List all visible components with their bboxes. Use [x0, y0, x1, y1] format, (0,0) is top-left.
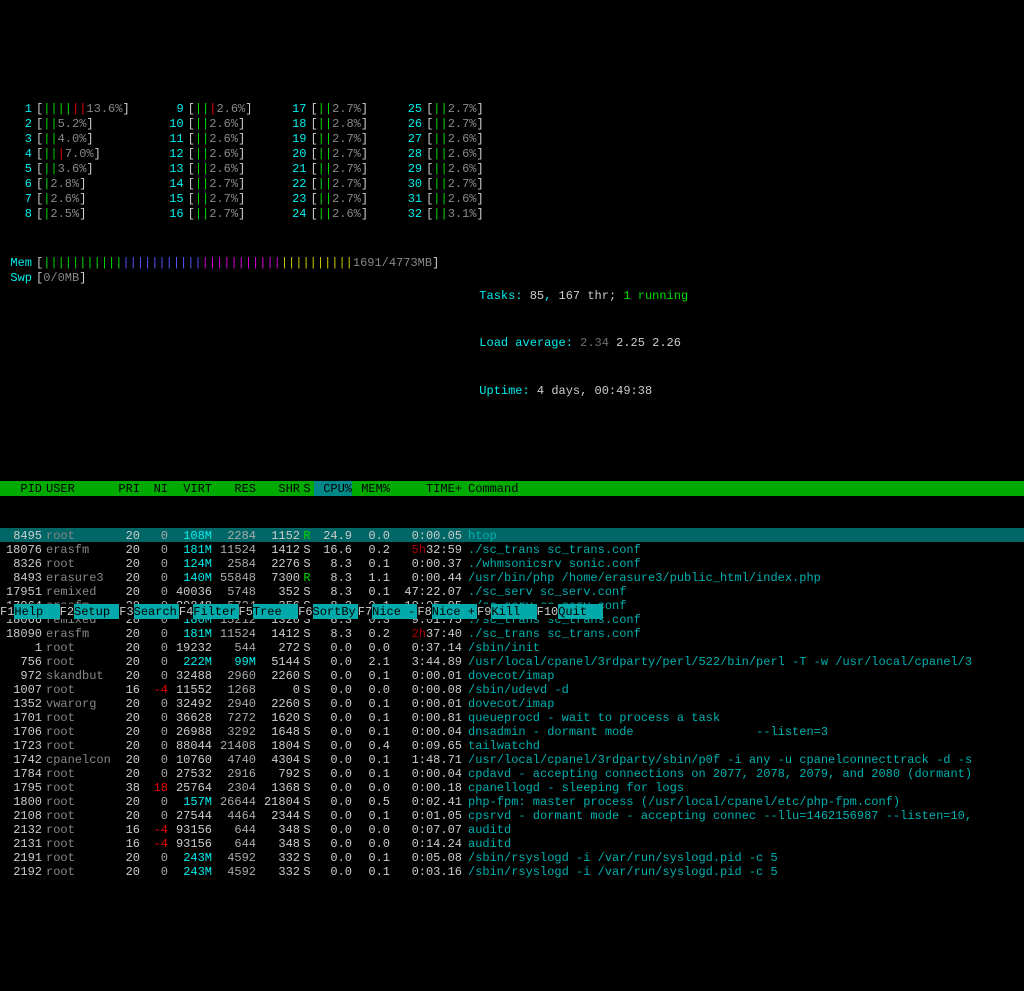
fkey-F7[interactable]: F7	[358, 604, 372, 619]
fkey-F4-label[interactable]: Filter	[193, 604, 238, 619]
meter-30: 30 [|| 2.7%]	[398, 176, 484, 191]
meter-1: 1 [|||||| 13.6%]	[8, 101, 130, 116]
process-row[interactable]: 1007 root 16 -4 11552 1268 0 S 0.0 0.0 0…	[0, 682, 1024, 696]
col-shr[interactable]: SHR	[256, 481, 300, 496]
process-row[interactable]: 1701 root 20 0 36628 7272 1620 S 0.0 0.1…	[0, 710, 1024, 724]
col-s[interactable]: S	[300, 481, 314, 496]
meter-8: 8 [| 2.5%]	[8, 206, 130, 221]
meter-29: 29 [|| 2.6%]	[398, 161, 484, 176]
fkey-F5-label[interactable]: Tree	[253, 604, 298, 619]
meters-section: 1 [|||||| 13.6%] 2 [|| 5.2%] 3 [|| 4.0%]…	[0, 65, 1024, 448]
meter-12: 12 [|| 2.6%]	[160, 146, 253, 161]
meter-21: 21 [|| 2.7%]	[282, 161, 368, 176]
process-row[interactable]: 8326 root 20 0 124M 2584 2276 S 8.3 0.1 …	[0, 556, 1024, 570]
fkey-F1-label[interactable]: Help	[14, 604, 59, 619]
meter-22: 22 [|| 2.7%]	[282, 176, 368, 191]
fkey-F3-label[interactable]: Search	[134, 604, 179, 619]
meter-10: 10 [|| 2.6%]	[160, 116, 253, 131]
process-row[interactable]: 1352 vwarorg 20 0 32492 2940 2260 S 0.0 …	[0, 696, 1024, 710]
fkey-F1[interactable]: F1	[0, 604, 14, 619]
fkey-F6-label[interactable]: SortBy	[313, 604, 358, 619]
process-row[interactable]: 2192 root 20 0 243M 4592 332 S 0.0 0.1 0…	[0, 864, 1024, 878]
meter-2: 2 [|| 5.2%]	[8, 116, 130, 131]
tasks-label: Tasks:	[479, 289, 522, 303]
system-info: Tasks: 85, 167 thr; 1 running Load avera…	[469, 256, 688, 431]
process-row[interactable]: 18090 erasfm 20 0 181M 11524 1412 S 8.3 …	[0, 626, 1024, 640]
meter-32: 32 [|| 3.1%]	[398, 206, 484, 221]
fkey-F2[interactable]: F2	[60, 604, 74, 619]
col-pid[interactable]: PID	[0, 481, 42, 496]
fkey-F6[interactable]: F6	[298, 604, 312, 619]
meter-4: 4 [||| 7.0%]	[8, 146, 130, 161]
col-mem[interactable]: MEM%	[352, 481, 390, 496]
fkey-F9-label[interactable]: Kill	[491, 604, 536, 619]
process-row[interactable]: 1706 root 20 0 26988 3292 1648 S 0.0 0.1…	[0, 724, 1024, 738]
meter-7: 7 [| 2.6%]	[8, 191, 130, 206]
fkey-F9[interactable]: F9	[477, 604, 491, 619]
fkey-F10[interactable]: F10	[537, 604, 559, 619]
process-row[interactable]: 2108 root 20 0 27544 4464 2344 S 0.0 0.1…	[0, 808, 1024, 822]
meter-26: 26 [|| 2.7%]	[398, 116, 484, 131]
meter-15: 15 [|| 2.7%]	[160, 191, 253, 206]
process-row[interactable]: 1742 cpanelcon 20 0 10760 4740 4304 S 0.…	[0, 752, 1024, 766]
col-virt[interactable]: VIRT	[168, 481, 212, 496]
process-row[interactable]: 8493 erasure3 20 0 140M 55848 7300 R 8.3…	[0, 570, 1024, 584]
process-row[interactable]: 18076 erasfm 20 0 181M 11524 1412 S 16.6…	[0, 542, 1024, 556]
meter-17: 17 [|| 2.7%]	[282, 101, 368, 116]
col-cpu[interactable]: CPU%	[314, 481, 352, 496]
col-time[interactable]: TIME+	[390, 481, 462, 496]
meter-25: 25 [|| 2.7%]	[398, 101, 484, 116]
fkey-F4[interactable]: F4	[179, 604, 193, 619]
fkey-F8-label[interactable]: Nice +	[432, 604, 477, 619]
process-row[interactable]: 1795 root 38 18 25764 2304 1368 S 0.0 0.…	[0, 780, 1024, 794]
fkey-F7-label[interactable]: Nice -	[372, 604, 417, 619]
meter-27: 27 [|| 2.6%]	[398, 131, 484, 146]
process-row[interactable]: 2131 root 16 -4 93156 644 348 S 0.0 0.0 …	[0, 836, 1024, 850]
fkey-F8[interactable]: F8	[417, 604, 431, 619]
process-list[interactable]: 8495 root 20 0 108M 2284 1152 R 24.9 0.0…	[0, 528, 1024, 878]
process-row[interactable]: 972 skandbut 20 0 32488 2960 2260 S 0.0 …	[0, 668, 1024, 682]
function-key-bar[interactable]: F1Help F2Setup F3SearchF4FilterF5Tree F6…	[0, 604, 1024, 619]
col-pri[interactable]: PRI	[110, 481, 140, 496]
meter-11: 11 [|| 2.6%]	[160, 131, 253, 146]
process-row[interactable]: 756 root 20 0 222M 99M 5144 S 0.0 2.1 3:…	[0, 654, 1024, 668]
meter-28: 28 [|| 2.6%]	[398, 146, 484, 161]
process-table-header[interactable]: PID USER PRI NI VIRT RES SHR S CPU% MEM%…	[0, 481, 1024, 496]
process-row[interactable]: 2132 root 16 -4 93156 644 348 S 0.0 0.0 …	[0, 822, 1024, 836]
fkey-F5[interactable]: F5	[239, 604, 253, 619]
fkey-F10-label[interactable]: Quit	[558, 604, 603, 619]
col-cmd[interactable]: Command	[462, 481, 1024, 496]
meter-31: 31 [|| 2.6%]	[398, 191, 484, 206]
meter-5: 5 [|| 3.6%]	[8, 161, 130, 176]
uptime-label: Uptime:	[479, 384, 529, 398]
col-user[interactable]: USER	[42, 481, 110, 496]
process-row[interactable]: 1 root 20 0 19232 544 272 S 0.0 0.0 0:37…	[0, 640, 1024, 654]
process-row[interactable]: 1800 root 20 0 157M 26644 21804 S 0.0 0.…	[0, 794, 1024, 808]
col-ni[interactable]: NI	[140, 481, 168, 496]
meter-23: 23 [|| 2.7%]	[282, 191, 368, 206]
meter-24: 24 [|| 2.6%]	[282, 206, 368, 221]
meter-9: 9 [||| 2.6%]	[160, 101, 253, 116]
fkey-F3[interactable]: F3	[119, 604, 133, 619]
process-row[interactable]: 17951 remixed 20 0 40036 5748 352 S 8.3 …	[0, 584, 1024, 598]
meter-19: 19 [|| 2.7%]	[282, 131, 368, 146]
process-row[interactable]: 1723 root 20 0 88044 21408 1804 S 0.0 0.…	[0, 738, 1024, 752]
meter-Mem: Mem [|||||||||||||||||||||||||||||||||||…	[8, 256, 439, 271]
meter-6: 6 [| 2.8%]	[8, 176, 130, 191]
loadavg-label: Load average:	[479, 336, 573, 350]
meter-3: 3 [|| 4.0%]	[8, 131, 130, 146]
process-row[interactable]: 2191 root 20 0 243M 4592 332 S 0.0 0.1 0…	[0, 850, 1024, 864]
meter-18: 18 [|| 2.8%]	[282, 116, 368, 131]
col-res[interactable]: RES	[212, 481, 256, 496]
meter-Swp: Swp [ 0/0MB]	[8, 271, 439, 286]
meter-20: 20 [|| 2.7%]	[282, 146, 368, 161]
meter-16: 16 [|| 2.7%]	[160, 206, 253, 221]
process-row[interactable]: 8495 root 20 0 108M 2284 1152 R 24.9 0.0…	[0, 528, 1024, 542]
fkey-F2-label[interactable]: Setup	[74, 604, 119, 619]
process-row[interactable]: 1784 root 20 0 27532 2916 792 S 0.0 0.1 …	[0, 766, 1024, 780]
meter-13: 13 [|| 2.6%]	[160, 161, 253, 176]
meter-14: 14 [|| 2.7%]	[160, 176, 253, 191]
